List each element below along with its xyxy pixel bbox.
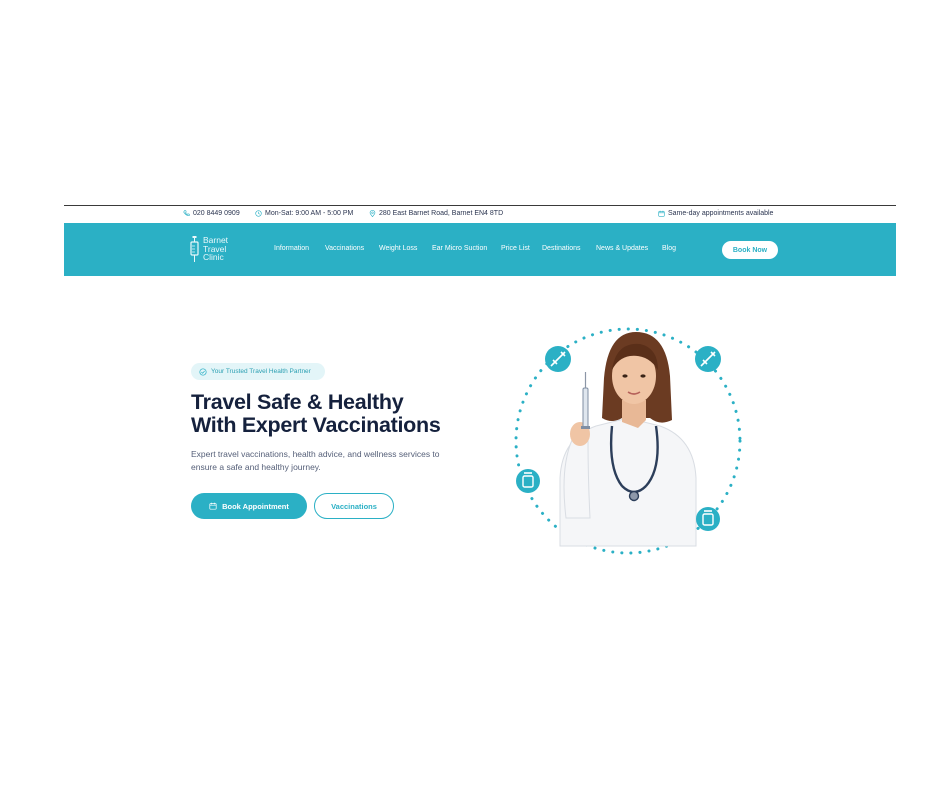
vaccine-vial-icon — [696, 507, 720, 531]
location-pin-icon — [369, 210, 376, 217]
book-now-button[interactable]: Book Now — [722, 241, 778, 259]
clock-icon — [255, 210, 262, 217]
phone-number: 020 8449 0909 — [193, 210, 240, 217]
opening-hours: Mon-Sat: 9:00 AM - 5:00 PM — [265, 210, 354, 217]
trust-badge: Your Trusted Travel Health Partner — [191, 363, 325, 380]
phone-info[interactable]: 020 8449 0909 — [183, 210, 240, 217]
nav-weight-loss[interactable]: Weight Loss — [379, 245, 417, 252]
calendar-icon — [658, 210, 665, 217]
doctor-figure — [559, 332, 697, 547]
hero-title: Travel Safe & Healthy With Expert Vaccin… — [191, 391, 481, 437]
nav-ear-micro-suction[interactable]: Ear Micro Suction — [432, 245, 487, 252]
vaccine-vial-icon — [516, 469, 540, 493]
nav-news-updates[interactable]: News & Updates — [596, 245, 648, 252]
top-info-bar: 020 8449 0909 Mon-Sat: 9:00 AM - 5:00 PM… — [64, 206, 896, 223]
nav-vaccinations[interactable]: Vaccinations — [325, 245, 364, 252]
calendar-icon — [209, 502, 217, 510]
nav-blog[interactable]: Blog — [662, 245, 676, 252]
address-info[interactable]: 280 East Barnet Road, Barnet EN4 8TD — [369, 210, 503, 217]
phone-icon — [183, 210, 190, 217]
logo-line-3: Clinic — [203, 252, 224, 263]
hero-title-line-2: With Expert Vaccinations — [191, 413, 441, 437]
book-appointment-label: Book Appointment — [222, 501, 289, 511]
hero-title-line-1: Travel Safe & Healthy — [191, 390, 404, 414]
hero-description: Expert travel vaccinations, health advic… — [191, 449, 440, 472]
nav-information[interactable]: Information — [274, 245, 309, 252]
nav-destinations[interactable]: Destinations — [542, 245, 581, 252]
logo-wordmark: Barnet Travel Clinic — [203, 236, 228, 262]
nav-price-list[interactable]: Price List — [501, 245, 530, 252]
doctor-hero-image — [514, 327, 742, 555]
same-day-text: Same-day appointments available — [668, 210, 774, 217]
vaccinations-button[interactable]: Vaccinations — [314, 493, 394, 519]
syringe-icon — [695, 346, 721, 372]
clinic-logo[interactable]: Barnet Travel Clinic — [190, 236, 228, 262]
syringe-logo-icon — [190, 236, 199, 262]
same-day-info: Same-day appointments available — [658, 210, 773, 217]
clinic-address: 280 East Barnet Road, Barnet EN4 8TD — [379, 210, 504, 217]
syringe-icon — [545, 346, 571, 372]
badge-text: Your Trusted Travel Health Partner — [211, 368, 311, 375]
book-appointment-button[interactable]: Book Appointment — [191, 493, 307, 519]
shield-check-icon — [199, 367, 207, 376]
hours-info: Mon-Sat: 9:00 AM - 5:00 PM — [255, 210, 353, 217]
main-header: Barnet Travel Clinic Information Vaccina… — [64, 223, 896, 276]
